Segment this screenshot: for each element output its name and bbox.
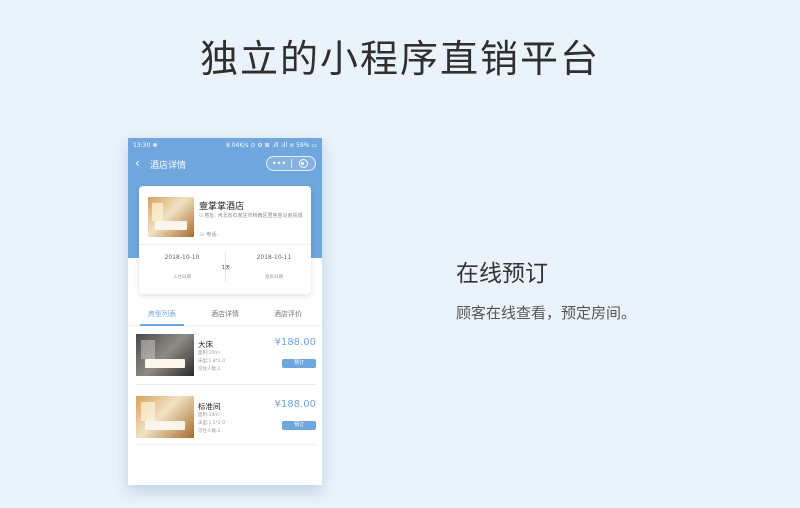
phone-icon: ☏	[199, 232, 206, 238]
tab-hotel-reviews[interactable]: 酒店评价	[257, 309, 319, 319]
nav-title: 酒店详情	[150, 161, 187, 171]
room-divider	[136, 444, 316, 445]
phone-mockup: 13:30 8.04K/s ⊙ ⚙ ⊠ .ıll .ıll ≋ 59% ▭ ‹ …	[128, 138, 322, 485]
notification-dot-icon	[153, 143, 158, 147]
room-photo	[136, 334, 194, 376]
more-icon[interactable]: •••	[267, 157, 291, 170]
room-capacity: 可住人数:2	[198, 429, 221, 434]
page-headline: 独立的小程序直销平台	[199, 37, 600, 81]
room-item[interactable]: 大床 面积:10m² 床型:1.8*2.0 可住人数:2 ¥188.00 预订	[128, 334, 322, 390]
status-bar: 13:30 8.04K/s ⊙ ⚙ ⊠ .ıll .ıll ≋ 59% ▭	[128, 138, 322, 152]
hotel-address: ⊙地址: 河北省石家庄市桥西区君宫金马商贸城	[199, 213, 303, 219]
room-divider	[136, 384, 316, 385]
status-time: 13:30	[133, 141, 151, 149]
room-name: 标准间	[198, 402, 221, 411]
active-tab-indicator	[140, 324, 184, 326]
room-photo	[136, 396, 194, 438]
checkout-label: 退房日期	[265, 275, 283, 280]
hotel-phone[interactable]: ☏电话:	[199, 231, 218, 238]
room-name: 大床	[198, 340, 213, 349]
nights-count: 1天	[222, 265, 231, 271]
close-target-icon	[298, 159, 308, 168]
book-button[interactable]: 预订	[282, 359, 316, 368]
close-miniprogram-button[interactable]	[292, 159, 315, 168]
room-capacity: 可住人数:2	[198, 367, 221, 372]
tab-hotel-details[interactable]: 酒店详情	[194, 309, 256, 319]
hotel-photo	[148, 197, 194, 237]
room-area: 面积:10m²	[198, 413, 221, 418]
hotel-card: 壹掌掌酒店 ⊙地址: 河北省石家庄市桥西区君宫金马商贸城 ☏电话: 2018-1…	[139, 186, 311, 294]
miniprogram-capsule: •••	[266, 156, 316, 171]
nav-bar: ‹ 酒店详情 •••	[128, 154, 322, 174]
hotel-name: 壹掌掌酒店	[199, 202, 245, 212]
room-price: ¥188.00	[274, 337, 316, 348]
book-button[interactable]: 预订	[282, 421, 316, 430]
status-indicators: 8.04K/s ⊙ ⚙ ⊠ .ıll .ıll ≋ 59% ▭	[226, 141, 317, 149]
tab-room-list[interactable]: 房型列表	[131, 309, 193, 319]
room-bed: 床型:1.5*2.0	[198, 421, 226, 426]
tab-bar: 房型列表 酒店详情 酒店评价	[128, 306, 322, 326]
card-divider	[139, 244, 311, 245]
checkout-date[interactable]: 2018-10-11	[244, 254, 304, 261]
feature-title: 在线预订	[456, 261, 548, 287]
location-pin-icon: ⊙	[199, 213, 204, 219]
feature-description: 顾客在线查看，预定房间。	[456, 304, 637, 322]
back-icon[interactable]: ‹	[135, 155, 140, 171]
checkin-label: 入住日期	[173, 275, 191, 280]
room-price: ¥188.00	[274, 399, 316, 410]
room-area: 面积:10m²	[198, 351, 221, 356]
room-bed: 床型:1.8*2.0	[198, 359, 226, 364]
checkin-date[interactable]: 2018-10-10	[152, 254, 212, 261]
